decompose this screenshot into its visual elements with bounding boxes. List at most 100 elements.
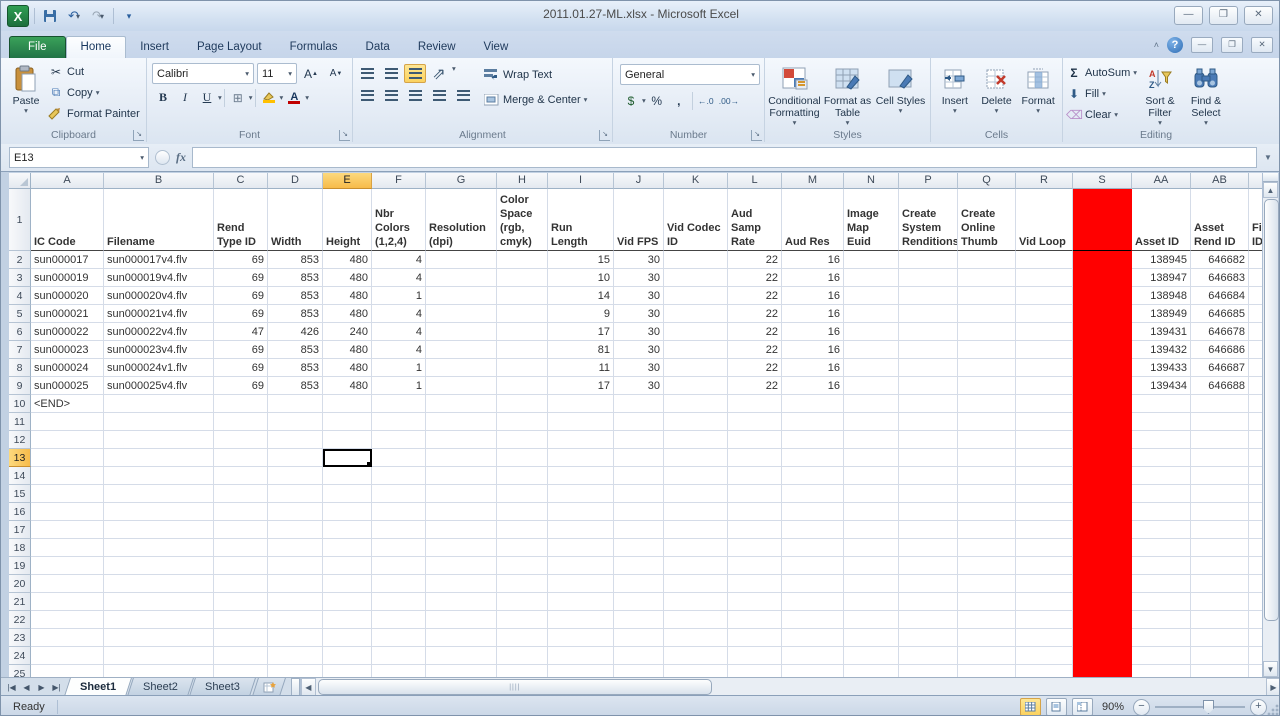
vertical-scrollbar[interactable]: ▲ ▼ <box>1262 173 1278 677</box>
cell-H16[interactable] <box>497 503 548 521</box>
cell-I20[interactable] <box>548 575 614 593</box>
insert-function-button[interactable]: fx <box>176 150 186 165</box>
cell-K9[interactable] <box>664 377 728 395</box>
cell-P12[interactable] <box>899 431 958 449</box>
cell-H10[interactable] <box>497 395 548 413</box>
cell-R19[interactable] <box>1016 557 1073 575</box>
cell-AA20[interactable] <box>1132 575 1191 593</box>
cell-H25[interactable] <box>497 665 548 677</box>
cell-A23[interactable] <box>31 629 104 647</box>
next-sheet-button[interactable]: ▶ <box>35 683 48 692</box>
conditional-formatting-button[interactable]: Conditional Formatting▾ <box>768 61 821 128</box>
cell-D2[interactable]: 853 <box>268 251 323 269</box>
cell-G3[interactable] <box>426 269 497 287</box>
row-header-20[interactable]: 20 <box>9 575 31 593</box>
cell-F13[interactable] <box>372 449 426 467</box>
cell-P8[interactable] <box>899 359 958 377</box>
cell-S25[interactable] <box>1073 665 1132 677</box>
cell-L9[interactable]: 22 <box>728 377 782 395</box>
row-header-13[interactable]: 13 <box>9 449 31 467</box>
tab-split-handle[interactable] <box>291 678 300 696</box>
cell-H14[interactable] <box>497 467 548 485</box>
cell-Q25[interactable] <box>958 665 1016 677</box>
cell-C12[interactable] <box>214 431 268 449</box>
cell-B4[interactable]: sun000020v4.flv <box>104 287 214 305</box>
italic-button[interactable]: I <box>174 88 196 107</box>
cell-I1[interactable]: Run Length <box>548 189 614 251</box>
cell-L25[interactable] <box>728 665 782 677</box>
cell-P10[interactable] <box>899 395 958 413</box>
cell-R18[interactable] <box>1016 539 1073 557</box>
cell-L20[interactable] <box>728 575 782 593</box>
restore-button[interactable]: ❐ <box>1209 6 1238 25</box>
cell-Q8[interactable] <box>958 359 1016 377</box>
cell-K15[interactable] <box>664 485 728 503</box>
cell-H23[interactable] <box>497 629 548 647</box>
cell-N2[interactable] <box>844 251 899 269</box>
cell-J21[interactable] <box>614 593 664 611</box>
cell-A5[interactable]: sun000021 <box>31 305 104 323</box>
cell-P14[interactable] <box>899 467 958 485</box>
column-header-G[interactable]: G <box>426 173 497 189</box>
cell-P20[interactable] <box>899 575 958 593</box>
scroll-right-icon[interactable]: ▶ <box>1266 678 1280 696</box>
cell-C15[interactable] <box>214 485 268 503</box>
cell-M5[interactable]: 16 <box>782 305 844 323</box>
cell-E19[interactable] <box>323 557 372 575</box>
cell-B18[interactable] <box>104 539 214 557</box>
cell-S8[interactable] <box>1073 359 1132 377</box>
cell-D6[interactable]: 426 <box>268 323 323 341</box>
cell-J1[interactable]: Vid FPS <box>614 189 664 251</box>
cell-R22[interactable] <box>1016 611 1073 629</box>
cell-S22[interactable] <box>1073 611 1132 629</box>
last-sheet-button[interactable]: ▶| <box>50 683 63 692</box>
cell-I2[interactable]: 15 <box>548 251 614 269</box>
cell-C24[interactable] <box>214 647 268 665</box>
cell-E3[interactable]: 480 <box>323 269 372 287</box>
cell-AB17[interactable] <box>1191 521 1249 539</box>
top-align-button[interactable] <box>356 64 378 83</box>
cell-I16[interactable] <box>548 503 614 521</box>
cell-R23[interactable] <box>1016 629 1073 647</box>
ribbon-tab-page-layout[interactable]: Page Layout <box>183 37 276 58</box>
cell-A19[interactable] <box>31 557 104 575</box>
cell-D8[interactable]: 853 <box>268 359 323 377</box>
row-header-7[interactable]: 7 <box>9 341 31 359</box>
cell-AB12[interactable] <box>1191 431 1249 449</box>
cell-M14[interactable] <box>782 467 844 485</box>
cell-H18[interactable] <box>497 539 548 557</box>
cell-S4[interactable] <box>1073 287 1132 305</box>
cell-H1[interactable]: Color Space (rgb, cmyk) <box>497 189 548 251</box>
cell-M18[interactable] <box>782 539 844 557</box>
cell-H7[interactable] <box>497 341 548 359</box>
cell-B14[interactable] <box>104 467 214 485</box>
cell-H11[interactable] <box>497 413 548 431</box>
cell-C3[interactable]: 69 <box>214 269 268 287</box>
number-format-select[interactable]: General▾ <box>620 64 760 85</box>
cell-C19[interactable] <box>214 557 268 575</box>
cell-I25[interactable] <box>548 665 614 677</box>
cell-AB18[interactable] <box>1191 539 1249 557</box>
cell-L13[interactable] <box>728 449 782 467</box>
cell-B16[interactable] <box>104 503 214 521</box>
column-header-D[interactable]: D <box>268 173 323 189</box>
cell-N5[interactable] <box>844 305 899 323</box>
cell-A20[interactable] <box>31 575 104 593</box>
wrap-text-button[interactable]: Wrap Text <box>484 64 587 85</box>
workbook-close-button[interactable]: ✕ <box>1251 37 1273 53</box>
cell-B13[interactable] <box>104 449 214 467</box>
clipboard-dialog-launcher[interactable]: ↘ <box>133 130 144 141</box>
row-header-5[interactable]: 5 <box>9 305 31 323</box>
cell-L23[interactable] <box>728 629 782 647</box>
cell-S23[interactable] <box>1073 629 1132 647</box>
cell-E8[interactable]: 480 <box>323 359 372 377</box>
cell-E5[interactable]: 480 <box>323 305 372 323</box>
cell-N25[interactable] <box>844 665 899 677</box>
cell-N24[interactable] <box>844 647 899 665</box>
row-header-4[interactable]: 4 <box>9 287 31 305</box>
cell-N22[interactable] <box>844 611 899 629</box>
cell-L1[interactable]: Aud Samp Rate <box>728 189 782 251</box>
cell-K16[interactable] <box>664 503 728 521</box>
cell-D19[interactable] <box>268 557 323 575</box>
align-left-button[interactable] <box>356 86 378 105</box>
